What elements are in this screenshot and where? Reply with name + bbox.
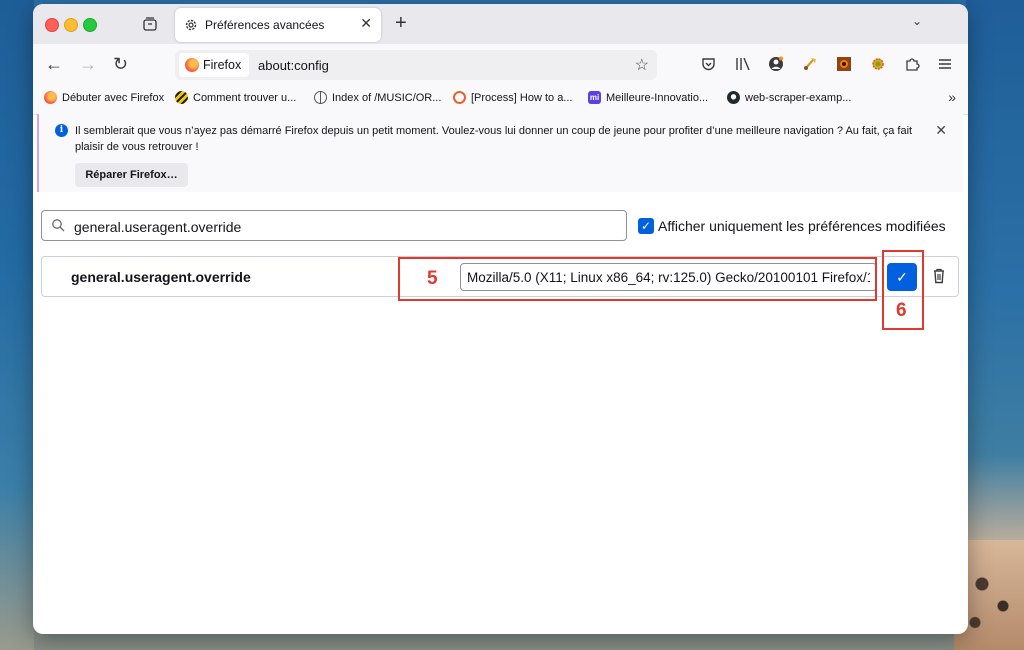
extension-square-icon[interactable] [835, 55, 853, 73]
bookmark-item[interactable]: Débuter avec Firefox [44, 91, 164, 104]
back-arrow-icon[interactable]: ← [45, 54, 63, 74]
bookmark-label: Index of /MUSIC/OR... [332, 91, 442, 104]
close-tab-icon[interactable]: ✕ [360, 15, 372, 32]
firefox-logo-icon [185, 58, 199, 72]
identity-box[interactable]: Firefox [179, 53, 249, 77]
pocket-icon[interactable] [699, 55, 717, 73]
bookmark-label: Débuter avec Firefox [62, 91, 165, 104]
extensions-puzzle-icon[interactable] [903, 55, 921, 73]
bookmark-star-icon[interactable]: ☆ [635, 55, 649, 75]
firefox-view-icon[interactable] [143, 17, 157, 31]
bookmark-item[interactable]: web-scraper-examp... [727, 91, 851, 104]
library-icon[interactable] [734, 55, 752, 73]
refresh-notification-bar: i Il semblerait que vous n’ayez pas déma… [37, 114, 963, 192]
navigation-toolbar: ← → ↻ Firefox about:config ☆ [33, 44, 968, 84]
identity-label: Firefox [203, 58, 242, 72]
gear-icon [185, 19, 197, 31]
repair-firefox-button[interactable]: Réparer Firefox… [75, 163, 188, 187]
url-bar[interactable]: Firefox about:config ☆ [175, 50, 657, 80]
ring-icon [453, 91, 466, 104]
zoom-window-button[interactable] [83, 18, 97, 32]
bookmark-item[interactable]: mi Meilleure-Innovatio... [588, 91, 708, 104]
bookmarks-toolbar: Débuter avec Firefox Comment trouver u..… [33, 84, 968, 115]
info-icon: i [55, 124, 68, 137]
preference-search-box [41, 210, 627, 241]
github-icon [727, 91, 740, 104]
tab-title: Préférences avancées [205, 18, 325, 32]
trash-icon[interactable] [929, 266, 949, 286]
reload-icon[interactable]: ↻ [113, 54, 128, 74]
annotation-box-value [398, 257, 877, 301]
close-notification-icon[interactable]: ✕ [935, 122, 947, 139]
new-tab-button[interactable]: + [395, 12, 407, 35]
minimize-window-button[interactable] [64, 18, 78, 32]
bookmark-label: web-scraper-examp... [745, 91, 852, 104]
show-modified-label[interactable]: Afficher uniquement les préférences modi… [658, 218, 946, 234]
show-modified-checkbox[interactable]: ✓ [638, 218, 654, 234]
extension-brush-icon[interactable] [801, 55, 819, 73]
bee-icon [175, 91, 188, 104]
bookmark-item[interactable]: Index of /MUSIC/OR... [314, 91, 441, 104]
tab-preferences-avancees[interactable]: Préférences avancées ✕ [175, 8, 381, 42]
menu-hamburger-icon[interactable] [936, 55, 954, 73]
search-icon [52, 219, 65, 232]
tab-bar: Préférences avancées ✕ + ⌄ [33, 4, 968, 44]
firefox-icon [44, 91, 57, 104]
annotation-number-5: 5 [427, 268, 438, 289]
bookmark-label: Comment trouver u... [193, 91, 297, 104]
account-icon[interactable] [767, 55, 785, 73]
globe-icon [314, 91, 327, 104]
list-all-tabs-chevron-icon[interactable]: ⌄ [912, 14, 922, 28]
bookmark-label: [Process] How to a... [471, 91, 573, 104]
notification-message: Il semblerait que vous n’ayez pas démarr… [75, 125, 913, 153]
forward-arrow-icon[interactable]: → [79, 54, 97, 74]
extension-sun-icon[interactable] [869, 55, 887, 73]
mi-icon: mi [588, 91, 601, 104]
bookmarks-overflow-chevron-icon[interactable]: » [948, 89, 956, 105]
preference-name: general.useragent.override [71, 269, 251, 285]
close-window-button[interactable] [45, 18, 59, 32]
bookmark-label: Meilleure-Innovatio... [606, 91, 709, 104]
bookmark-item[interactable]: [Process] How to a... [453, 91, 572, 104]
bookmark-item[interactable]: Comment trouver u... [175, 91, 296, 104]
url-text[interactable]: about:config [258, 58, 329, 73]
search-input[interactable] [72, 215, 616, 239]
annotation-number-6: 6 [896, 300, 907, 321]
desktop-background-left [0, 0, 34, 650]
browser-window: Préférences avancées ✕ + ⌄ ← → ↻ Firefox… [33, 4, 968, 634]
